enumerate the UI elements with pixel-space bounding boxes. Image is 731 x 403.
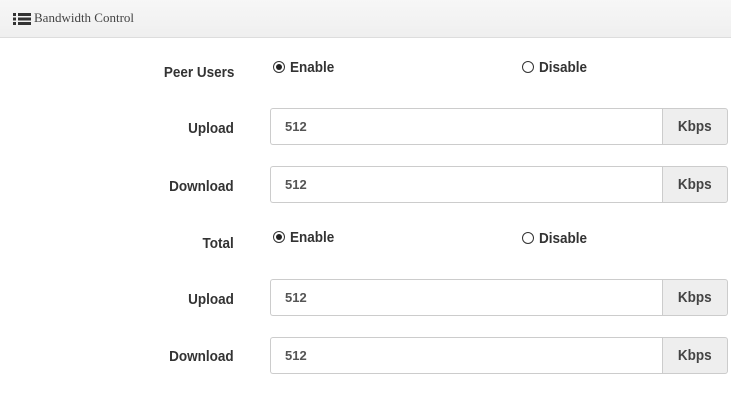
peer-users-enable-label: Enable bbox=[290, 59, 335, 76]
total-upload-label: Upload bbox=[188, 291, 234, 308]
peer-users-download-label: Download bbox=[169, 178, 234, 195]
total-enable-label: Enable bbox=[290, 229, 335, 246]
radio-checked-icon bbox=[273, 61, 285, 73]
total-download-unit: Kbps bbox=[662, 337, 728, 374]
peer-users-upload-input[interactable] bbox=[270, 108, 662, 145]
panel-title: Bandwidth Control bbox=[34, 10, 135, 25]
total-download-input[interactable] bbox=[270, 337, 662, 374]
peer-users-disable-label: Disable bbox=[539, 59, 588, 76]
radio-unchecked-icon bbox=[522, 61, 534, 73]
peer-users-label: Peer Users bbox=[163, 64, 234, 81]
total-upload-input[interactable] bbox=[270, 279, 662, 316]
total-upload-unit: Kbps bbox=[662, 279, 728, 316]
total-upload-group: Kbps bbox=[270, 279, 728, 316]
peer-users-upload-group: Kbps bbox=[270, 108, 728, 145]
total-download-group: Kbps bbox=[270, 337, 728, 374]
peer-users-download-unit: Kbps bbox=[662, 166, 728, 203]
peer-users-upload-label: Upload bbox=[188, 120, 234, 137]
list-icon bbox=[13, 13, 31, 25]
peer-users-download-input[interactable] bbox=[270, 166, 662, 203]
total-label: Total bbox=[202, 235, 234, 252]
radio-checked-icon bbox=[273, 231, 285, 243]
total-disable-label: Disable bbox=[539, 230, 588, 247]
peer-users-download-group: Kbps bbox=[270, 166, 728, 203]
panel-header: Bandwidth Control bbox=[0, 0, 731, 38]
peer-users-upload-unit: Kbps bbox=[662, 108, 728, 145]
total-download-label: Download bbox=[169, 348, 234, 365]
radio-unchecked-icon bbox=[522, 232, 534, 244]
bandwidth-control-panel: Bandwidth Control Peer Users Enable Disa… bbox=[0, 0, 731, 403]
